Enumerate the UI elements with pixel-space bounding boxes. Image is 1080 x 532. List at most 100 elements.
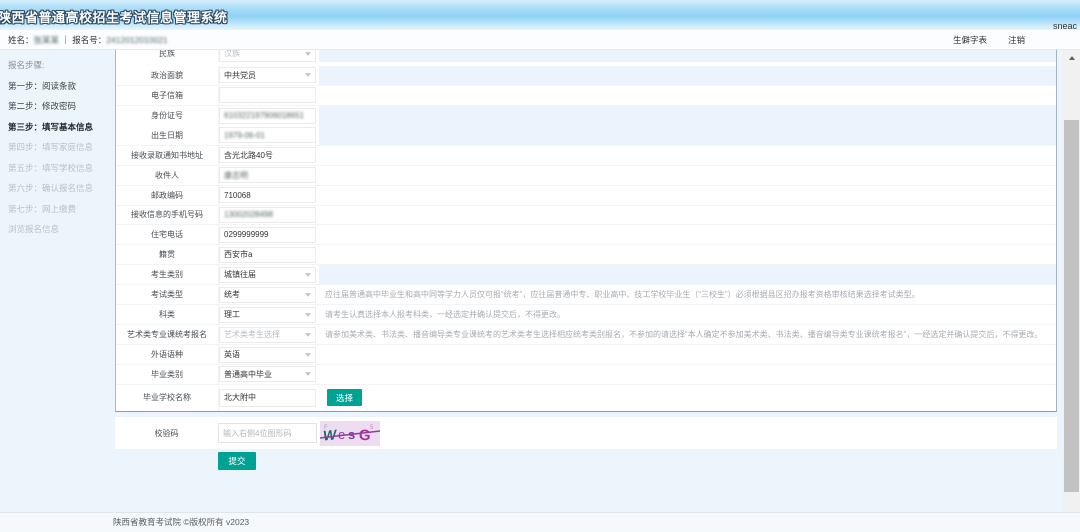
hint-home-phone: [319, 225, 1056, 244]
value-graduation-category: 普通高中毕业: [224, 369, 272, 380]
value-birth-date: 1979-06-01: [224, 131, 265, 140]
select-art-exam[interactable]: 艺术类考生选择: [219, 327, 316, 343]
input-email[interactable]: [219, 87, 316, 103]
submit-button[interactable]: 提交: [218, 452, 256, 470]
value-mail-address: 含光北路40号: [224, 150, 273, 161]
form-row-mobile: 接收信息的手机号码13002028498: [116, 206, 1056, 226]
vertical-scrollbar[interactable]: [1063, 50, 1080, 512]
select-graduation-category[interactable]: 普通高中毕业: [219, 366, 316, 382]
input-mail-address[interactable]: 含光北路40号: [219, 147, 316, 163]
value-foreign-language: 英语: [224, 349, 240, 360]
select-nation[interactable]: 汉族: [219, 50, 316, 62]
value-native-place: 西安市a: [224, 249, 252, 260]
separator: ｜: [61, 35, 70, 45]
label-art-exam: 艺术类专业课统考报名: [116, 325, 219, 344]
captcha-char: G: [358, 427, 371, 445]
form-row-school-name: 毕业学校名称北大附中选择: [116, 385, 1056, 411]
chevron-down-icon: [305, 313, 311, 317]
regno-value: 2412012010021: [106, 35, 167, 45]
copyright-text: 陕西省教育考试院 ©版权所有 v2023: [113, 513, 249, 532]
chevron-down-icon: [305, 333, 311, 337]
input-postcode[interactable]: 710068: [219, 187, 316, 203]
select-candidate-category[interactable]: 城镇往届: [219, 267, 316, 283]
input-recipient[interactable]: 康志明: [219, 167, 316, 183]
value-candidate-category: 城镇往届: [224, 269, 256, 280]
input-birth-date[interactable]: 1979-06-01: [219, 127, 316, 143]
label-email: 电子信箱: [116, 86, 219, 105]
chevron-down-icon: [305, 52, 311, 56]
value-subject-category: 理工: [224, 309, 240, 320]
sidebar-step-1[interactable]: 第一步：阅读条款: [0, 76, 113, 97]
sidebar-step-4: 第四步：填写家庭信息: [0, 137, 113, 158]
form-row-graduation-category: 毕业类别普通高中毕业: [116, 365, 1056, 385]
form-row-candidate-category: 考生类别城镇往届: [116, 265, 1056, 285]
registration-steps-sidebar: 报名步骤: 第一步：阅读条款第二步：修改密码第三步：填写基本信息第四步：填写家庭…: [0, 50, 113, 240]
hint-foreign-language: [319, 345, 1056, 364]
input-home-phone[interactable]: 0299999999: [219, 227, 316, 243]
select-politics[interactable]: 中共党员: [219, 67, 316, 83]
label-native-place: 籍贯: [116, 245, 219, 264]
select-subject-category[interactable]: 理工: [219, 307, 316, 323]
sidebar-step-3[interactable]: 第三步：填写基本信息: [0, 117, 113, 138]
value-nation: 汉族: [224, 50, 240, 59]
label-home-phone: 住宅电话: [116, 225, 219, 244]
logout-link[interactable]: 注销: [1008, 30, 1025, 50]
sidebar-step-2[interactable]: 第二步：修改密码: [0, 96, 113, 117]
captcha-input[interactable]: 输入右侧4位图形码: [218, 423, 317, 443]
sidebar-step-6: 第六步：确认报名信息: [0, 178, 113, 199]
hint-graduation-category: [319, 365, 1056, 384]
value-school-name: 北大附中: [224, 392, 256, 403]
form-row-mail-address: 接收录取通知书地址含光北路40号: [116, 146, 1056, 166]
hint-email: [319, 86, 1056, 105]
form-row-foreign-language: 外语语种英语: [116, 345, 1056, 365]
scrollbar-up-button[interactable]: [1063, 50, 1080, 65]
chevron-down-icon: [305, 73, 311, 77]
scrollbar-thumb[interactable]: [1064, 120, 1079, 492]
chevron-down-icon: [305, 273, 311, 277]
hint-nation: [319, 50, 1056, 62]
app-header: 陕西省普通高校招生考试信息管理系统: [0, 0, 1080, 30]
user-info: 姓名：张某某 ｜ 报名号：2412012010021: [8, 30, 168, 50]
chevron-down-icon: [305, 353, 311, 357]
form-row-recipient: 收件人康志明: [116, 166, 1056, 186]
sidebar-step-5: 第五步：填写学校信息: [0, 158, 113, 179]
label-subject-category: 科类: [116, 305, 219, 324]
input-id-number[interactable]: 610322197906018651: [219, 108, 316, 124]
value-home-phone: 0299999999: [224, 230, 269, 239]
input-mobile[interactable]: 13002028498: [219, 207, 316, 223]
captcha-row: 校验码 输入右侧4位图形码 F 5 W e s G: [115, 417, 1057, 449]
name-value: 张某某: [34, 35, 60, 45]
form-row-email: 电子信箱: [116, 86, 1056, 106]
captcha-image[interactable]: F 5 W e s G: [320, 421, 380, 446]
chevron-down-icon: [305, 372, 311, 376]
rare-characters-link[interactable]: 生僻字表: [953, 30, 987, 50]
value-art-exam: 艺术类考生选择: [224, 329, 280, 340]
arrow-up-icon: [1069, 56, 1075, 60]
value-id-number: 610322197906018651: [224, 111, 304, 120]
input-native-place[interactable]: 西安市a: [219, 247, 316, 263]
form-row-native-place: 籍贯西安市a: [116, 245, 1056, 265]
label-postcode: 邮政编码: [116, 186, 219, 205]
sidebar-step-8: 浏览报名信息: [0, 219, 113, 240]
input-school-name[interactable]: 北大附中: [219, 389, 316, 407]
app-title: 陕西省普通高校招生考试信息管理系统: [0, 7, 228, 26]
label-politics: 政治面貌: [116, 66, 219, 85]
label-foreign-language: 外语语种: [116, 345, 219, 364]
label-captcha: 校验码: [115, 417, 218, 449]
value-postcode: 710068: [224, 191, 251, 200]
sidebar-step-7: 第七步：网上缴费: [0, 199, 113, 220]
select-exam-type[interactable]: 统考: [219, 287, 316, 303]
choose-school-button[interactable]: 选择: [327, 389, 362, 406]
name-label: 姓名：: [8, 35, 34, 45]
select-foreign-language[interactable]: 英语: [219, 347, 316, 363]
user-bar: 姓名：张某某 ｜ 报名号：2412012010021 生僻字表 注销: [0, 30, 1080, 50]
hint-postcode: [319, 186, 1056, 205]
form-row-home-phone: 住宅电话 0299999999: [116, 225, 1056, 245]
form-row-politics: 政治面貌中共党员: [116, 66, 1056, 86]
label-mail-address: 接收录取通知书地址: [116, 146, 219, 165]
hint-exam-type: 应往届普通高中毕业生和高中同等学力人员仅可报“统考”，应往届普通中专、职业高中、…: [319, 285, 1056, 304]
hint-id-number: [319, 106, 1056, 126]
hint-school-name: 选择: [319, 385, 1056, 411]
label-recipient: 收件人: [116, 166, 219, 185]
value-exam-type: 统考: [224, 289, 240, 300]
